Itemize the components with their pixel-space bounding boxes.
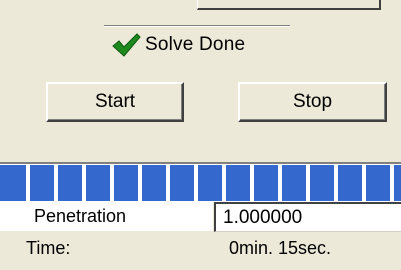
- time-value: 0min. 15sec.: [229, 238, 332, 258]
- penetration-label: Penetration: [34, 206, 127, 226]
- top-control-partial[interactable]: [197, 0, 381, 10]
- time-label: Time:: [26, 238, 71, 258]
- progress-bar: [0, 162, 401, 202]
- start-button[interactable]: Start: [46, 82, 184, 122]
- stop-button[interactable]: Stop: [238, 82, 387, 122]
- status-text: Solve Done: [145, 34, 246, 55]
- progress-bar-fill: [0, 165, 401, 201]
- separator-line-highlight: [104, 26, 290, 27]
- checkmark-icon: [112, 33, 141, 57]
- solve-status: Solve Done: [111, 31, 245, 59]
- penetration-input[interactable]: [214, 202, 401, 232]
